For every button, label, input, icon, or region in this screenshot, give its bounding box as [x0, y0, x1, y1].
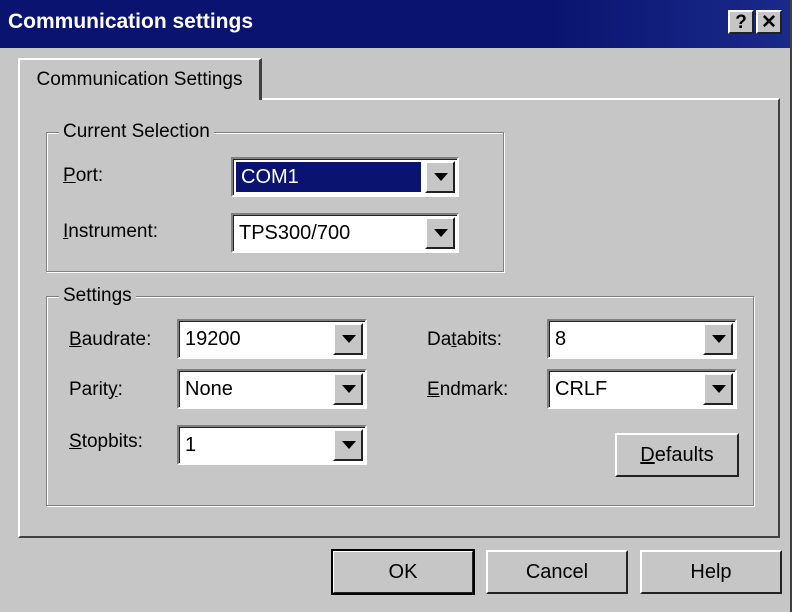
title-bar[interactable]: Communication settings ? ✕	[0, 0, 790, 48]
chevron-down-icon[interactable]	[425, 217, 455, 249]
databits-value: 8	[555, 328, 567, 350]
stopbits-label: Stopbits:	[69, 431, 143, 452]
databits-select[interactable]: 8	[547, 319, 737, 359]
close-icon[interactable]: ✕	[756, 10, 782, 34]
chevron-down-icon[interactable]	[703, 323, 733, 355]
port-value: COM1	[241, 166, 299, 188]
settings-legend: Settings	[59, 285, 136, 307]
settings-group: Settings Baudrate: 19200 Parity: None St…	[46, 285, 754, 506]
endmark-label: Endmark:	[427, 379, 509, 400]
databits-label: Databits:	[427, 329, 502, 350]
help-button[interactable]: Help	[640, 550, 782, 594]
help-icon[interactable]: ?	[728, 10, 754, 34]
defaults-button[interactable]: Defaults	[615, 433, 739, 477]
parity-label: Parity:	[69, 379, 123, 400]
instrument-label: Instrument:	[63, 221, 159, 242]
port-label: Port:	[63, 165, 104, 186]
baudrate-label: Baudrate:	[69, 329, 152, 350]
chevron-down-icon[interactable]	[333, 323, 363, 355]
current-selection-legend: Current Selection	[59, 121, 214, 143]
instrument-value: TPS300/700	[239, 222, 351, 244]
instrument-select[interactable]: TPS300/700	[231, 213, 459, 253]
baudrate-value: 19200	[185, 328, 241, 350]
endmark-value: CRLF	[555, 378, 608, 400]
chevron-down-icon[interactable]	[333, 373, 363, 405]
port-select[interactable]: COM1	[231, 157, 459, 197]
chevron-down-icon[interactable]	[703, 373, 733, 405]
stopbits-value: 1	[185, 434, 197, 456]
stopbits-select[interactable]: 1	[177, 425, 367, 465]
cancel-button[interactable]: Cancel	[486, 550, 628, 594]
tab-communication-settings[interactable]: Communication Settings	[18, 58, 262, 100]
endmark-select[interactable]: CRLF	[547, 369, 737, 409]
parity-value: None	[185, 378, 233, 400]
window-title: Communication settings	[8, 10, 254, 33]
communication-settings-dialog: Communication settings ? ✕ Communication…	[0, 0, 792, 612]
chevron-down-icon[interactable]	[425, 161, 455, 193]
baudrate-select[interactable]: 19200	[177, 319, 367, 359]
chevron-down-icon[interactable]	[333, 429, 363, 461]
parity-select[interactable]: None	[177, 369, 367, 409]
tab-panel: Current Selection Port: COM1 Instrument:…	[18, 98, 780, 538]
ok-button[interactable]: OK	[331, 549, 475, 595]
current-selection-group: Current Selection Port: COM1 Instrument:…	[46, 121, 504, 272]
